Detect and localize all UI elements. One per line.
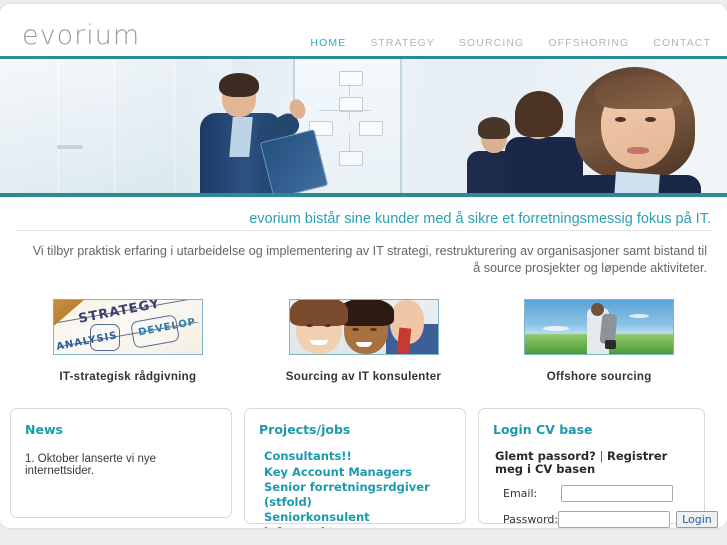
nav-item-home[interactable]: HOME xyxy=(310,37,346,49)
jobs-panel-title: Projects/jobs xyxy=(259,422,351,437)
hero-image xyxy=(0,59,727,193)
job-link-seniorkonsulent-infrastruktur[interactable]: Seniorkonsulent infrastruktur xyxy=(264,510,451,528)
main-navigation: HOME STRATEGY SOURCING OFFSHORING CONTAC… xyxy=(310,37,711,49)
login-panel: Login CV base Glemt passord? | Registrer… xyxy=(478,408,718,528)
smiling-people-thumbnail[interactable] xyxy=(288,299,439,355)
forgot-password-link[interactable]: Glemt passord? xyxy=(495,449,596,463)
businessman-figure xyxy=(198,73,329,193)
services-row: STRATEGY DEVELOP ANALYSIS IT-strategisk … xyxy=(10,299,717,383)
email-field[interactable] xyxy=(561,485,673,502)
news-panel: News 1. Oktober lanserte vi nye internet… xyxy=(10,408,232,518)
door-handle-decor xyxy=(57,145,83,149)
login-panel-title: Login CV base xyxy=(493,422,593,437)
job-link-key-account-managers[interactable]: Key Account Managers xyxy=(264,465,451,480)
login-helper-links: Glemt passord? | Registrer meg i CV base… xyxy=(493,450,690,476)
password-form-row: Password: Login xyxy=(493,511,718,528)
service-label-it-strategy: IT-strategisk rådgivning xyxy=(59,371,197,383)
service-sourcing-consultants: Sourcing av IT konsulenter xyxy=(246,299,482,383)
bottom-panels-row: News 1. Oktober lanserte vi nye internet… xyxy=(10,408,718,528)
jobs-panel: Projects/jobs Consultants!! Key Account … xyxy=(244,408,466,528)
email-form-row: Email: xyxy=(493,485,690,502)
nav-item-contact[interactable]: CONTACT xyxy=(653,37,711,49)
nav-item-strategy[interactable]: STRATEGY xyxy=(370,37,435,49)
page-intro-text: Vi tilbyr praktisk erfaring i utarbeidel… xyxy=(32,244,707,275)
password-label: Password: xyxy=(503,513,559,526)
man-in-field-thumbnail[interactable] xyxy=(524,299,675,355)
site-logo[interactable]: evorium xyxy=(22,22,140,49)
link-separator: | xyxy=(595,449,608,463)
password-field[interactable] xyxy=(558,511,671,528)
strategy-notes-thumbnail[interactable]: STRATEGY DEVELOP ANALYSIS xyxy=(52,299,203,355)
news-panel-title: News xyxy=(25,422,63,437)
service-label-sourcing-consultants: Sourcing av IT konsulenter xyxy=(285,371,442,383)
page-shell: evorium HOME STRATEGY SOURCING OFFSHORIN… xyxy=(0,4,727,528)
nav-item-sourcing[interactable]: SOURCING xyxy=(459,37,524,49)
email-label: Email: xyxy=(503,487,538,500)
hero-banner xyxy=(0,56,727,197)
service-it-strategy: STRATEGY DEVELOP ANALYSIS IT-strategisk … xyxy=(10,299,246,383)
tagline-section: evorium bistår sine kunder med å sikre e… xyxy=(0,197,727,277)
site-header: evorium HOME STRATEGY SOURCING OFFSHORIN… xyxy=(0,4,727,56)
page-tagline: evorium bistår sine kunder med å sikre e… xyxy=(16,211,711,231)
job-link-senior-forretningsradgiver[interactable]: Senior forretningsrdgiver (stfold) xyxy=(264,480,451,509)
people-group-figure xyxy=(455,59,715,193)
jobs-link-list: Consultants!! Key Account Managers Senio… xyxy=(259,449,451,528)
nav-item-offshoring[interactable]: OFFSHORING xyxy=(548,37,629,49)
service-label-offshore-sourcing: Offshore sourcing xyxy=(546,371,652,383)
news-item: 1. Oktober lanserte vi nye internettside… xyxy=(25,453,157,477)
login-submit-button[interactable]: Login xyxy=(676,511,718,528)
service-offshore-sourcing: Offshore sourcing xyxy=(481,299,717,383)
job-link-consultants[interactable]: Consultants!! xyxy=(264,449,451,464)
